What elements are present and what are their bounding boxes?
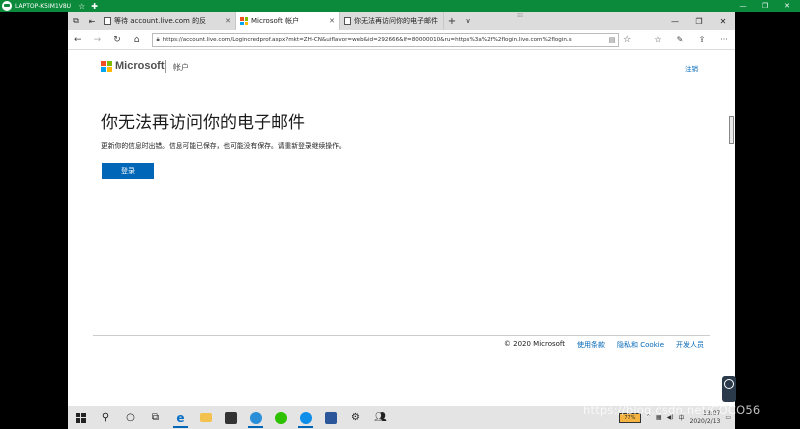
- url-text: https://account.live.com/Logincredprof.a…: [162, 36, 572, 43]
- remote-restore-button[interactable]: ❐: [754, 0, 776, 12]
- tab-waiting[interactable]: 等待 account.live.com 的反 ✕: [100, 12, 236, 30]
- privacy-link[interactable]: 隐私和 Cookie: [617, 340, 664, 350]
- reading-view-icon[interactable]: ▤: [609, 36, 616, 44]
- set-tabs-aside-icon[interactable]: ⇤: [84, 12, 100, 30]
- file-explorer-icon[interactable]: [193, 406, 218, 429]
- favorite-star-icon[interactable]: ☆: [78, 2, 85, 11]
- tab-label: 等待 account.live.com 的反: [114, 17, 207, 25]
- cortana-icon[interactable]: ○: [118, 406, 143, 429]
- search-icon[interactable]: ⚲: [93, 406, 118, 429]
- page-icon: [344, 17, 351, 25]
- microsoft-icon: [240, 17, 248, 25]
- tab-email-access[interactable]: 你无法再访问你的电子邮件: [340, 12, 444, 30]
- letterbox-right: [735, 12, 800, 429]
- refresh-icon[interactable]: ↻: [107, 35, 127, 45]
- clock-date: 2020/2/13: [689, 417, 721, 425]
- word-icon[interactable]: [318, 406, 343, 429]
- footer-divider: [93, 335, 710, 336]
- signin-button[interactable]: 登录: [102, 163, 154, 179]
- new-tab-button[interactable]: +: [444, 12, 460, 30]
- restore-button[interactable]: ❐: [687, 12, 711, 30]
- tab-label: 你无法再访问你的电子邮件: [354, 17, 438, 25]
- back-arrow-icon[interactable]: ←: [68, 35, 88, 45]
- signout-link[interactable]: 注销: [685, 63, 698, 73]
- error-message: 更新你的信息时出错。信息可能已保存，也可能没有保存。请重新登录继续操作。: [101, 142, 346, 150]
- minimize-button[interactable]: —: [663, 12, 687, 30]
- copyright-text: © 2020 Microsoft: [503, 340, 566, 348]
- teamviewer-logo-icon: [724, 379, 734, 389]
- close-tab-icon[interactable]: ✕: [325, 17, 335, 25]
- brand-divider: [165, 60, 166, 73]
- teamviewer-panel-handle[interactable]: [722, 376, 736, 402]
- brand-name: Microsoft: [115, 60, 165, 72]
- drag-handle-icon[interactable]: ⁝⁝⁝: [510, 12, 530, 20]
- page-icon: [104, 17, 111, 25]
- windows-start-icon[interactable]: [68, 406, 93, 429]
- remote-scroll-indicator[interactable]: [729, 116, 734, 144]
- tab-list-chevron-icon[interactable]: ∨: [460, 12, 476, 30]
- window-controls: — ❐ ✕: [663, 12, 735, 30]
- edge-icon[interactable]: e: [168, 406, 193, 429]
- letterbox-left: [0, 12, 68, 429]
- home-icon[interactable]: ⌂: [127, 35, 147, 45]
- favorites-hub-icon[interactable]: ☆: [647, 35, 669, 44]
- add-session-icon[interactable]: ✚: [91, 2, 98, 11]
- account-label: 帐户: [173, 63, 189, 72]
- page-footer: © 2020 Microsoft 使用条款 隐私和 Cookie 开发人员: [68, 340, 704, 350]
- developers-link[interactable]: 开发人员: [676, 340, 704, 350]
- teamviewer-icon[interactable]: [293, 406, 318, 429]
- store-icon[interactable]: [218, 406, 243, 429]
- address-bar[interactable]: 🔒︎ https://account.live.com/Logincredpro…: [152, 32, 620, 47]
- task-view-icon[interactable]: ⧉: [143, 406, 168, 429]
- tab-preview-icon[interactable]: ⧉: [68, 12, 84, 30]
- favorite-star-icon[interactable]: ☆: [619, 35, 635, 45]
- toolbar-right: ☆ ✎ ⇪ ···: [647, 35, 735, 44]
- remote-minimize-button[interactable]: —: [732, 0, 754, 12]
- blog-watermark: https://blog.csdn.net/COCO56: [583, 403, 761, 417]
- navigation-bar: ← → ↻ ⌂ 🔒︎ https://account.live.com/Logi…: [68, 30, 735, 50]
- remote-close-button[interactable]: ✕: [776, 0, 798, 12]
- clock-app-icon[interactable]: [243, 406, 268, 429]
- more-icon[interactable]: ···: [713, 35, 735, 44]
- close-tab-icon[interactable]: ✕: [221, 17, 231, 25]
- lock-icon: 🔒︎: [156, 35, 160, 43]
- remote-host-name: LAPTOP-K5IM1V8U: [15, 2, 72, 10]
- terms-link[interactable]: 使用条款: [577, 340, 605, 350]
- edge-browser-window: ⧉ ⇤ 等待 account.live.com 的反 ✕ Microsoft 帐…: [68, 12, 735, 406]
- tab-microsoft-account[interactable]: Microsoft 帐户 ✕: [236, 12, 340, 30]
- remote-session-bar: LAPTOP-K5IM1V8U ☆ ✚ — ❐ ✕: [0, 0, 800, 12]
- wechat-icon[interactable]: [268, 406, 293, 429]
- page-content: Microsoft 帐户 注销 你无法再访问你的电子邮件 更新你的信息时出错。信…: [68, 50, 735, 406]
- share-icon[interactable]: ⇪: [691, 35, 713, 44]
- teamviewer-logo-icon: [2, 1, 12, 11]
- close-button[interactable]: ✕: [711, 12, 735, 30]
- web-note-icon[interactable]: ✎: [669, 35, 691, 44]
- settings-gear-icon[interactable]: ⚙: [343, 406, 368, 429]
- tab-label: Microsoft 帐户: [251, 17, 300, 25]
- people-icon[interactable]: 👥︎: [368, 406, 393, 429]
- microsoft-logo-icon: [101, 61, 112, 72]
- forward-arrow-icon[interactable]: →: [88, 35, 108, 45]
- page-title: 你无法再访问你的电子邮件: [101, 113, 305, 133]
- tab-bar: ⧉ ⇤ 等待 account.live.com 的反 ✕ Microsoft 帐…: [68, 12, 735, 30]
